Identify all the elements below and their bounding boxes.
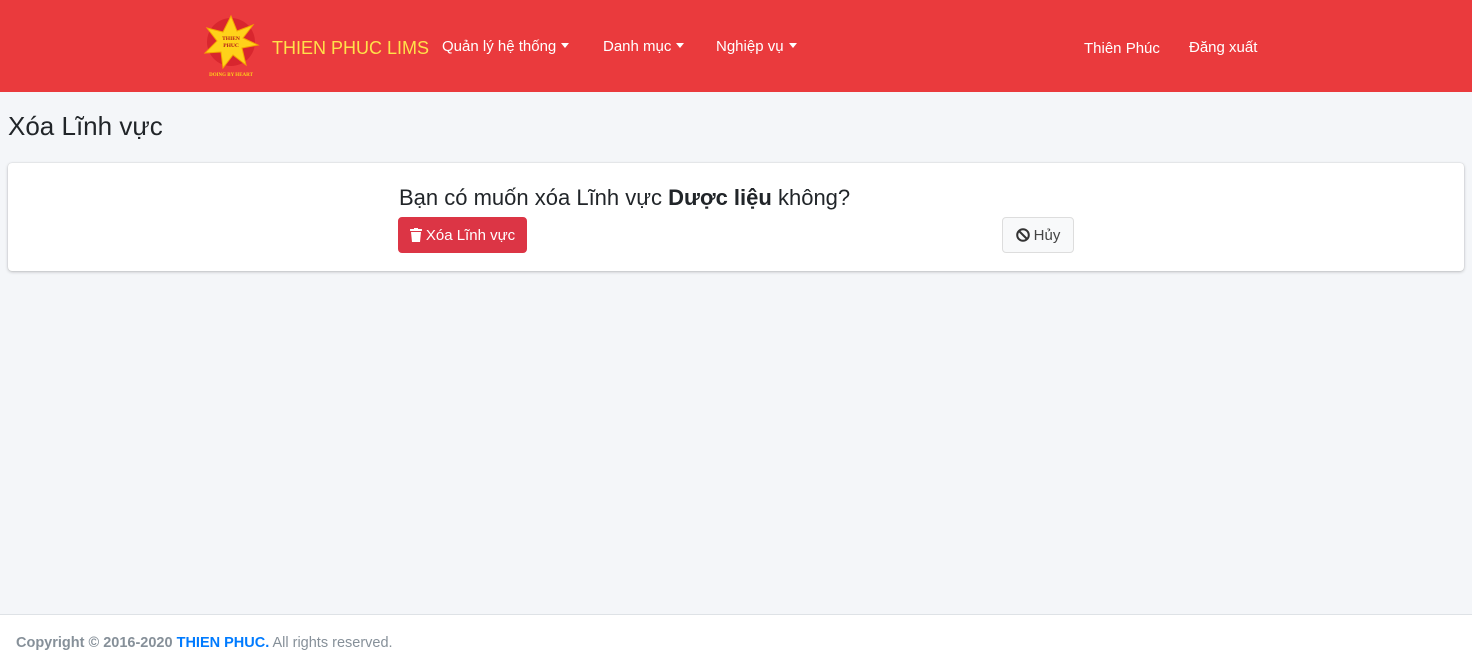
delete-confirm-card: Bạn có muốn xóa Lĩnh vực Dược liệu không…: [8, 163, 1464, 271]
logout-link[interactable]: Đăng xuất: [1189, 38, 1257, 58]
footer: Copyright © 2016-2020 THIEN PHUC. All ri…: [0, 614, 1472, 668]
delete-button[interactable]: Xóa Lĩnh vực: [398, 217, 527, 253]
page-title: Xóa Lĩnh vực: [8, 111, 163, 141]
brand-logo[interactable]: THIEN PHUC DOING BY HEART: [201, 13, 261, 79]
svg-text:THIEN: THIEN: [222, 36, 240, 42]
nav-menu-label: Quản lý hệ thống: [442, 38, 557, 55]
cancel-button[interactable]: Hủy: [1002, 217, 1074, 253]
nav-menu-nghiep-vu[interactable]: Nghiệp vụ: [716, 37, 797, 57]
footer-copyright: Copyright © 2016-2020 THIEN PHUC. All ri…: [16, 635, 393, 651]
question-suffix: không?: [777, 185, 851, 210]
brand-name[interactable]: THIEN PHUC LIMS: [272, 37, 429, 59]
svg-text:DOING BY HEART: DOING BY HEART: [209, 73, 253, 78]
user-name-link[interactable]: Thiên Phúc: [1084, 39, 1160, 59]
caret-down-icon: [561, 43, 570, 48]
ban-icon: [1015, 228, 1030, 242]
nav-menu-label: Danh mục: [603, 38, 672, 55]
delete-confirm-question: Bạn có muốn xóa Lĩnh vực Dược liệu không…: [399, 184, 850, 212]
svg-text:PHUC: PHUC: [223, 43, 239, 49]
rights-text: All rights reserved.: [272, 635, 393, 651]
delete-button-label: Xóa Lĩnh vực: [425, 226, 516, 244]
item-name: Dược liệu: [668, 185, 772, 210]
caret-down-icon: [676, 43, 685, 48]
nav-menu-danh-muc[interactable]: Danh mục: [603, 37, 685, 57]
top-navbar: THIEN PHUC DOING BY HEART THIEN PHUC LIM…: [0, 0, 1472, 92]
nav-menu-label: Nghiệp vụ: [716, 38, 784, 55]
cancel-button-label: Hủy: [1033, 226, 1061, 244]
question-prefix: Bạn có muốn xóa Lĩnh vực: [399, 185, 662, 210]
caret-down-icon: [788, 43, 797, 48]
company-link[interactable]: THIEN PHUC.: [177, 635, 270, 651]
trash-icon: [409, 228, 422, 242]
nav-menu-quan-ly-he-thong[interactable]: Quản lý hệ thống: [442, 37, 570, 57]
copyright-text: Copyright © 2016-2020: [16, 635, 173, 651]
